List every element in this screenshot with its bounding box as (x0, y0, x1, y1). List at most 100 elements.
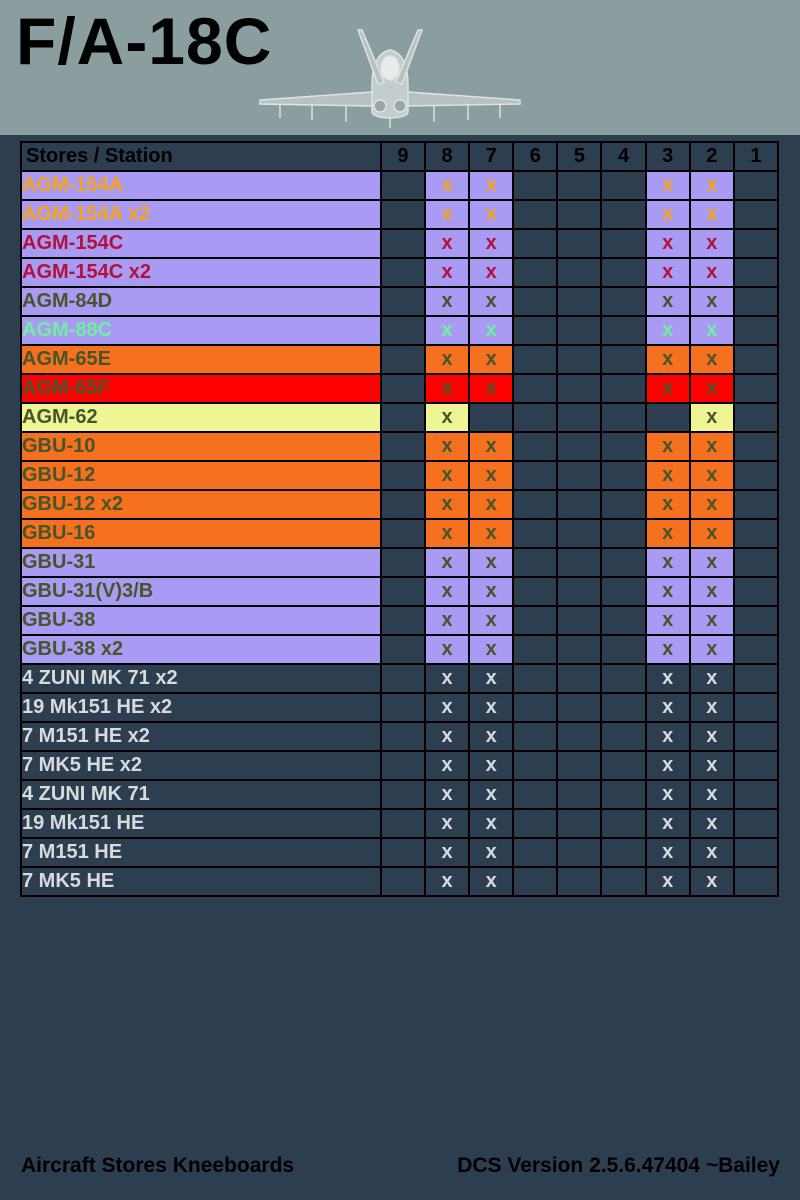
table-row: AGM-84D x x x x (20, 286, 780, 317)
station-cell (512, 692, 559, 723)
station-cell: x (424, 402, 471, 433)
station-cell: x (468, 257, 515, 288)
station-cell (556, 721, 603, 752)
station-cell (732, 663, 780, 694)
station-cell (732, 228, 780, 259)
station-cell: x (644, 489, 691, 520)
station-cell: x (468, 286, 515, 317)
station-cell: x (688, 489, 735, 520)
station-cell (512, 866, 559, 897)
header-station-1: 1 (732, 141, 780, 172)
station-cell: x (688, 866, 735, 897)
store-name: AGM-154C x2 (20, 257, 382, 288)
station-cell: x (644, 373, 691, 404)
store-name: GBU-31 (20, 547, 382, 578)
header-stores-station: Stores / Station (20, 141, 382, 172)
station-cell: x (424, 257, 471, 288)
station-cell: x (468, 721, 515, 752)
station-cell (732, 547, 780, 578)
station-cell: x (424, 373, 471, 404)
station-cell (600, 692, 647, 723)
store-name: AGM-154A x2 (20, 199, 382, 230)
station-cell (379, 837, 427, 868)
table-body: AGM-154A x x x x AGM-154A x2 x x x x AGM-154C x x x x A… (20, 170, 780, 897)
table-row: AGM-154C x x x x (20, 228, 780, 259)
station-cell (556, 402, 603, 433)
station-cell (512, 634, 559, 665)
station-cell: x (424, 750, 471, 781)
table-row: GBU-31 x x x x (20, 547, 780, 578)
station-cell: x (644, 228, 691, 259)
station-cell (512, 547, 559, 578)
station-cell: x (644, 344, 691, 375)
station-cell: x (644, 315, 691, 346)
station-cell (732, 402, 780, 433)
store-name: AGM-154C (20, 228, 382, 259)
station-cell: x (468, 692, 515, 723)
station-cell: x (644, 547, 691, 578)
store-name: AGM-154A (20, 170, 382, 201)
station-cell (556, 286, 603, 317)
station-cell: x (424, 228, 471, 259)
station-cell (556, 663, 603, 694)
station-cell: x (424, 692, 471, 723)
station-cell (600, 779, 647, 810)
station-cell (556, 837, 603, 868)
station-cell (732, 866, 780, 897)
station-cell (732, 779, 780, 810)
header-station-8: 8 (424, 141, 471, 172)
station-cell: x (468, 837, 515, 868)
station-cell (732, 489, 780, 520)
store-name: 7 MK5 HE x2 (20, 750, 382, 781)
station-cell: x (424, 837, 471, 868)
station-cell (556, 431, 603, 462)
footer-version: DCS Version 2.5.6.47404 ~Bailey (457, 1154, 780, 1177)
table-row: 4 ZUNI MK 71 x2 x x x x (20, 663, 780, 694)
station-cell (732, 315, 780, 346)
store-name: GBU-38 x2 (20, 634, 382, 665)
station-cell (379, 315, 427, 346)
store-name: 7 M151 HE x2 (20, 721, 382, 752)
station-cell (600, 170, 647, 201)
station-cell (379, 344, 427, 375)
station-cell (556, 750, 603, 781)
station-cell (732, 373, 780, 404)
station-cell (556, 257, 603, 288)
station-cell: x (468, 315, 515, 346)
station-cell (556, 460, 603, 491)
station-cell (379, 634, 427, 665)
station-cell (379, 750, 427, 781)
station-cell: x (468, 228, 515, 259)
station-cell: x (644, 170, 691, 201)
station-cell: x (688, 431, 735, 462)
station-cell (732, 634, 780, 665)
station-cell (732, 170, 780, 201)
header-station-7: 7 (468, 141, 515, 172)
station-cell: x (644, 634, 691, 665)
station-cell: x (688, 750, 735, 781)
table-row: AGM-88C x x x x (20, 315, 780, 346)
station-cell (732, 431, 780, 462)
station-cell (379, 402, 427, 433)
station-cell (600, 634, 647, 665)
table-row: AGM-65F x x x x (20, 373, 780, 404)
table-row: 7 M151 HE x x x x (20, 837, 780, 868)
station-cell (512, 721, 559, 752)
store-name: 19 Mk151 HE (20, 808, 382, 839)
station-cell (644, 402, 691, 433)
station-cell: x (468, 199, 515, 230)
store-name: AGM-65E (20, 344, 382, 375)
station-cell: x (424, 431, 471, 462)
station-cell (512, 460, 559, 491)
station-cell (600, 750, 647, 781)
station-cell: x (644, 286, 691, 317)
station-cell (556, 634, 603, 665)
station-cell: x (424, 489, 471, 520)
station-cell: x (424, 460, 471, 491)
station-cell: x (424, 286, 471, 317)
station-cell (600, 373, 647, 404)
store-name: AGM-88C (20, 315, 382, 346)
station-cell (556, 489, 603, 520)
station-cell: x (424, 605, 471, 636)
station-cell: x (644, 721, 691, 752)
